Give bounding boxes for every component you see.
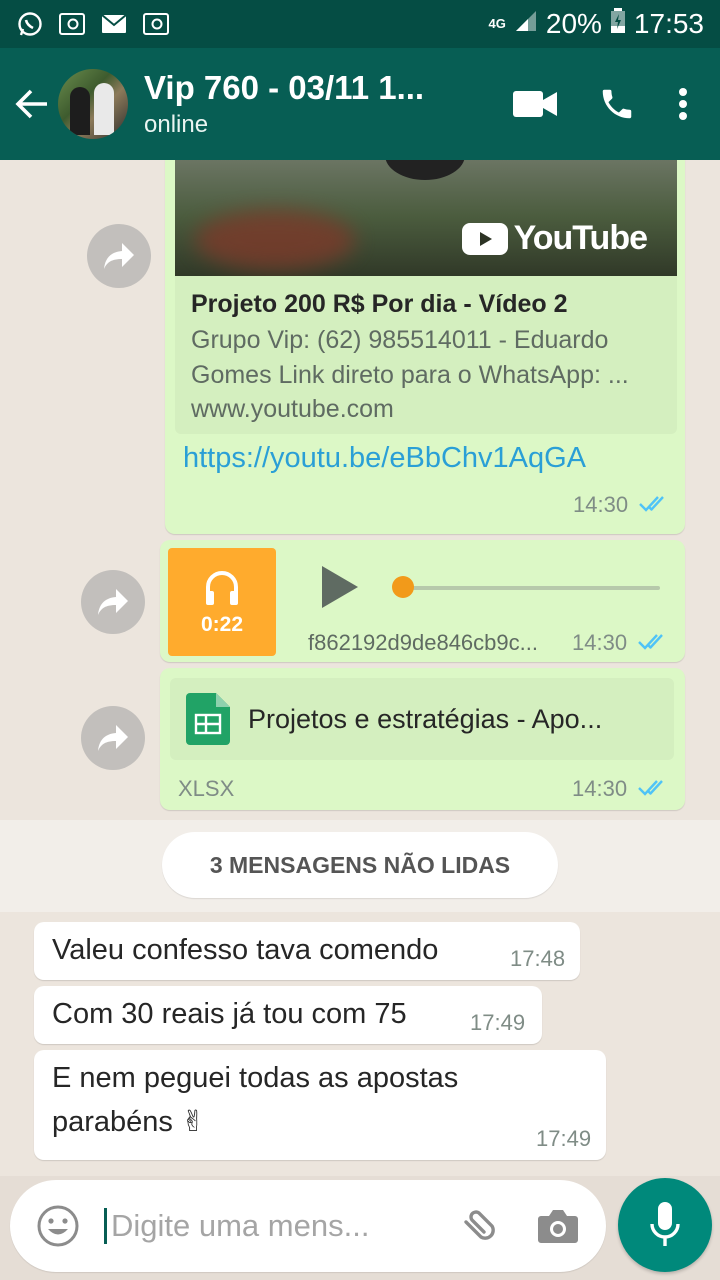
audio-seek-knob[interactable] — [392, 576, 414, 598]
phone-icon — [602, 89, 632, 119]
message-link[interactable]: https://youtu.be/eBbChv1AqGA — [183, 442, 586, 475]
incoming-message[interactable]: Valeu confesso tava comendo 17:48 — [34, 922, 580, 980]
youtube-message-bubble[interactable]: YouTube Projeto 200 R$ Por dia - Vídeo 2… — [165, 160, 685, 534]
whatsapp-notification-icon — [16, 12, 44, 36]
audio-filename: f862192d9de846cb9c... — [308, 630, 538, 655]
camera-icon — [538, 1210, 578, 1243]
video-call-button[interactable] — [494, 64, 576, 144]
chat-header: Vip 760 - 03/11 1... online — [0, 48, 720, 160]
forward-button[interactable] — [81, 570, 145, 634]
paperclip-icon — [464, 1210, 495, 1240]
network-type: 4G — [488, 16, 506, 31]
document-message-bubble[interactable]: Projetos e estratégias - Apo... XLSX 14:… — [160, 668, 685, 810]
unread-messages-badge: 3 MENSAGENS NÃO LIDAS — [162, 832, 558, 898]
avatar[interactable] — [58, 69, 128, 139]
youtube-logo: YouTube — [461, 219, 648, 258]
voice-record-button[interactable] — [618, 1178, 712, 1272]
play-icon — [322, 566, 358, 608]
audio-seek-track[interactable] — [396, 586, 660, 590]
message-text-line-1: E nem peguei todas as apostas — [52, 1062, 459, 1094]
forward-arrow-icon — [98, 589, 128, 615]
message-time: 17:49 — [536, 1126, 592, 1151]
document-type: XLSX — [178, 776, 235, 801]
email-notification-icon-2 — [142, 12, 170, 36]
link-domain: www.youtube.com — [191, 395, 394, 423]
battery-icon — [610, 7, 626, 41]
chat-title-block[interactable]: Vip 760 - 03/11 1... online — [144, 69, 454, 139]
message-text-line-2: parabéns ✌ — [52, 1106, 206, 1138]
audio-message-bubble[interactable]: 0:22 f862192d9de846cb9c... 14:30 — [160, 540, 685, 662]
link-preview-card[interactable]: Projeto 200 R$ Por dia - Vídeo 2 Grupo V… — [175, 276, 677, 434]
back-button[interactable] — [4, 48, 60, 160]
clock: 17:53 — [633, 8, 704, 39]
spreadsheet-icon — [186, 693, 230, 745]
emoji-icon — [37, 1205, 79, 1247]
kebab-menu-icon — [679, 88, 687, 120]
headphones-icon — [206, 571, 238, 605]
message-text: Valeu confesso tava comendo — [52, 934, 439, 966]
mail-notification-icon — [100, 12, 128, 36]
incoming-message[interactable]: E nem peguei todas as apostas parabéns ✌… — [34, 1050, 606, 1160]
camera-button[interactable] — [528, 1196, 588, 1256]
microphone-icon — [650, 1202, 680, 1246]
audio-duration: 0:22 — [200, 613, 244, 636]
email-notification-icon — [58, 12, 86, 36]
forward-button[interactable] — [81, 706, 145, 770]
message-composer — [10, 1180, 606, 1272]
link-description: Grupo Vip: (62) 985514011 - Eduardo Gome… — [191, 326, 629, 389]
emoji-button[interactable] — [28, 1196, 88, 1256]
document-name: Projetos e estratégias - Apo... — [248, 703, 603, 734]
attach-button[interactable] — [446, 1196, 506, 1256]
message-time: 14:30 — [572, 776, 628, 801]
signal-icon — [514, 8, 538, 40]
message-time: 14:30 — [572, 630, 628, 655]
read-ticks-icon — [638, 634, 663, 650]
voice-call-button[interactable] — [576, 64, 658, 144]
audio-tile: 0:22 — [168, 548, 276, 656]
chat-title: Vip 760 - 03/11 1... — [144, 69, 425, 106]
play-button[interactable] — [320, 564, 360, 615]
video-camera-icon — [513, 91, 557, 117]
message-time: 17:49 — [470, 1010, 526, 1035]
document-card[interactable]: Projetos e estratégias - Apo... — [170, 678, 674, 760]
message-input[interactable] — [104, 1208, 404, 1244]
message-time: 17:48 — [510, 946, 566, 971]
message-text: Com 30 reais já tou com 75 — [52, 998, 407, 1030]
status-bar: 4G 20% 17:53 — [0, 0, 720, 48]
youtube-thumbnail[interactable]: YouTube — [175, 160, 677, 286]
forward-button[interactable] — [87, 224, 151, 288]
forward-arrow-icon — [104, 243, 134, 269]
back-arrow-icon — [15, 89, 47, 119]
chat-area[interactable]: YouTube Projeto 200 R$ Por dia - Vídeo 2… — [0, 160, 720, 1176]
battery-percent: 20% — [545, 8, 602, 39]
chat-status: online — [144, 111, 209, 138]
read-ticks-icon — [639, 496, 664, 512]
forward-arrow-icon — [98, 725, 128, 751]
incoming-message[interactable]: Com 30 reais já tou com 75 17:49 — [34, 986, 542, 1044]
read-ticks-icon — [638, 780, 663, 796]
message-time: 14:30 — [573, 492, 629, 517]
more-options-button[interactable] — [658, 64, 708, 144]
link-title: Projeto 200 R$ Por dia - Vídeo 2 — [191, 290, 568, 318]
